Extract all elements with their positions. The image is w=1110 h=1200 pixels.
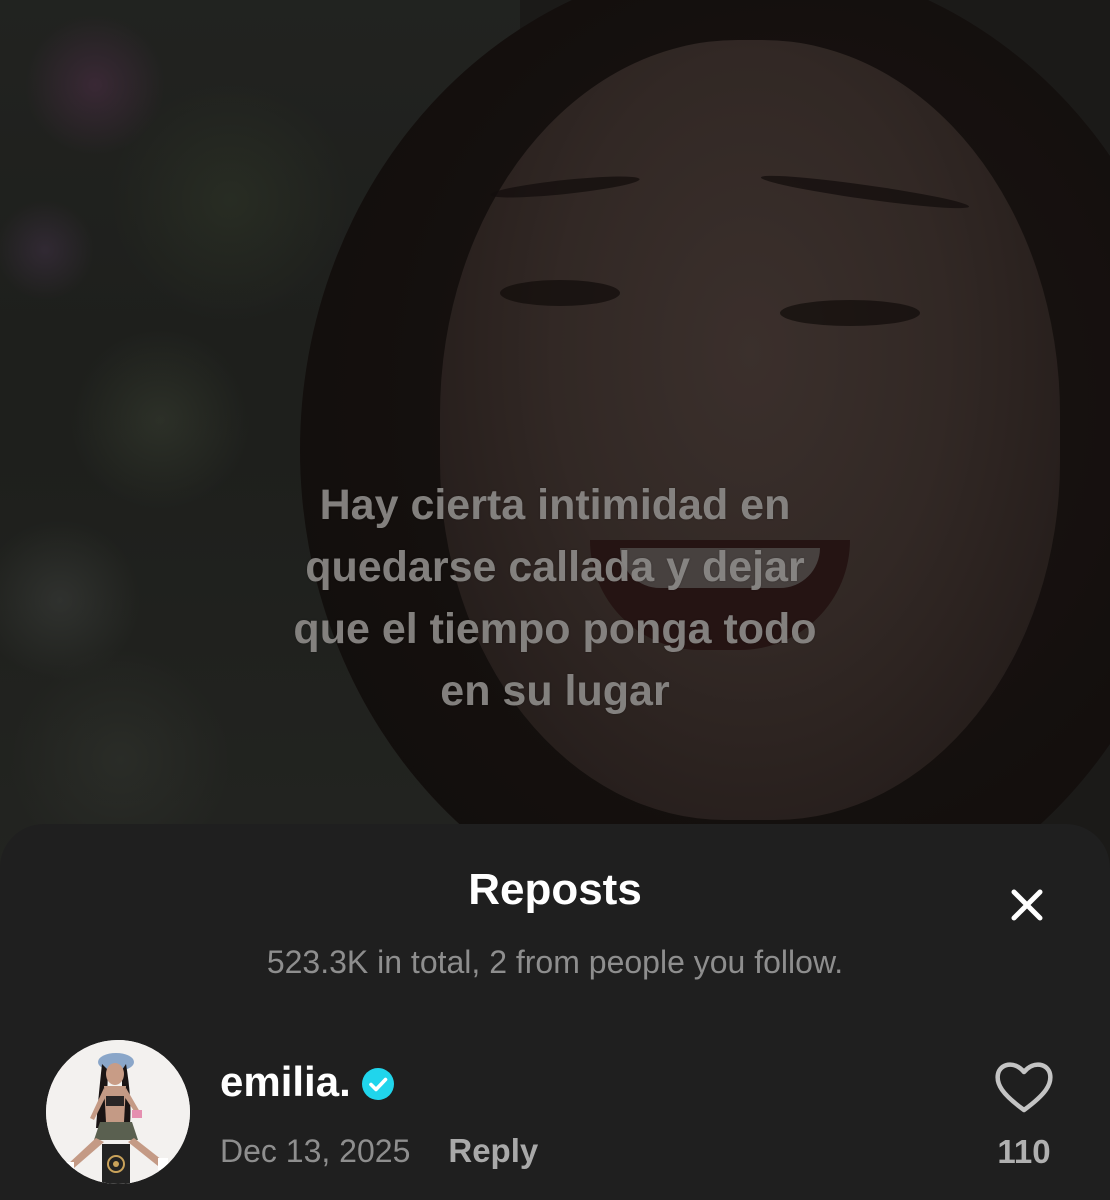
sheet-title: Reposts xyxy=(468,865,642,914)
reposts-summary: 523.3K in total, 2 from people you follo… xyxy=(266,944,844,980)
close-button[interactable] xyxy=(998,876,1056,934)
reply-button[interactable]: Reply xyxy=(448,1126,538,1176)
username-line: emilia. xyxy=(220,1052,395,1112)
like-count: 110 xyxy=(997,1133,1051,1170)
repost-date: Dec 13, 2025 xyxy=(220,1133,411,1169)
caption-line: quedarse callada y dejar xyxy=(305,543,805,591)
caption-line: Hay cierta intimidad en xyxy=(319,481,791,529)
close-icon xyxy=(1011,889,1043,921)
caption-line: en su lugar xyxy=(440,667,670,715)
reposts-sheet: Reposts 523.3K in total, 2 from people y… xyxy=(0,824,1110,1200)
avatar[interactable] xyxy=(46,1040,190,1184)
caption-line: que el tiempo ponga todo xyxy=(293,605,817,653)
video-background[interactable]: Hay cierta intimidad en quedarse callada… xyxy=(0,0,1110,880)
heart-outline-icon xyxy=(995,1062,1053,1113)
video-dim-overlay xyxy=(0,0,1110,880)
screen: Hay cierta intimidad en quedarse callada… xyxy=(0,0,1110,1200)
video-caption: Hay cierta intimidad en quedarse callada… xyxy=(195,474,915,722)
profile-photo xyxy=(46,1040,190,1184)
verified-badge-icon xyxy=(361,1068,394,1100)
username[interactable]: emilia. xyxy=(220,1052,351,1112)
repost-meta: Dec 13, 2025 Reply xyxy=(220,1126,538,1176)
like-button[interactable] xyxy=(992,1058,1056,1116)
list-item[interactable]: emilia. Dec 13, 2025 Reply 110 xyxy=(0,1034,1110,1194)
